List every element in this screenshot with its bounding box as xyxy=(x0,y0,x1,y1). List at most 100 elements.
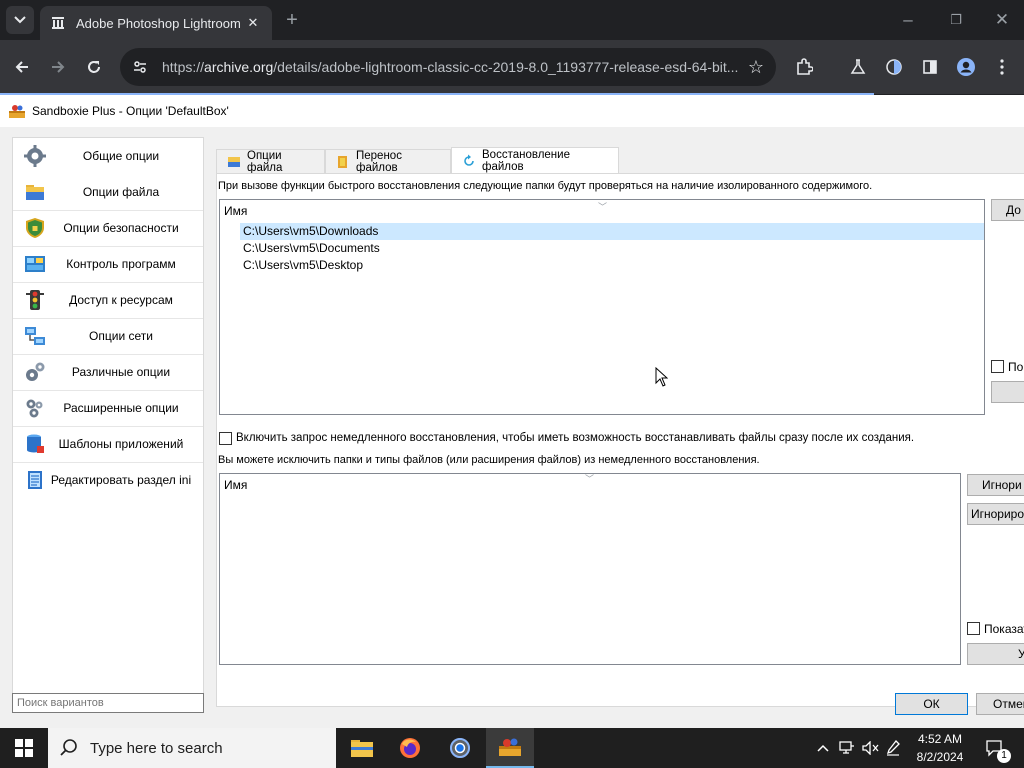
recovery-folders-list[interactable]: Имя ﹀ C:\Users\vm5\Downloads C:\Users\vm… xyxy=(219,199,985,415)
archive-favicon xyxy=(50,15,66,31)
sandboxie-app-icon xyxy=(8,103,26,119)
taskbar-search-box[interactable]: Type here to search xyxy=(48,728,336,768)
tab-title: Adobe Photoshop Lightroom C xyxy=(76,15,244,31)
sidebar-item-edit-ini[interactable]: Редактировать раздел ini xyxy=(13,462,203,498)
ignore-extension-button[interactable]: Игнориров xyxy=(967,503,1024,525)
close-window-icon[interactable]: ✕ xyxy=(988,6,1016,34)
taskbar-chrome[interactable] xyxy=(436,728,484,768)
minimize-icon[interactable]: – xyxy=(894,6,922,34)
ignore-folder-button[interactable]: Игнори xyxy=(967,474,1024,496)
windows-logo-icon xyxy=(15,739,33,757)
list-item[interactable]: C:\Users\vm5\Desktop xyxy=(240,257,363,274)
list-item[interactable]: C:\Users\vm5\Downloads xyxy=(240,223,984,240)
tab-file-migration[interactable]: Перенос файлов xyxy=(325,149,451,174)
volume-muted-icon[interactable] xyxy=(860,728,882,768)
notepad-icon xyxy=(23,468,47,492)
sidebar-item-app-templates[interactable]: Шаблоны приложений xyxy=(13,426,203,462)
address-bar[interactable]: https://archive.org/details/adobe-lightr… xyxy=(120,48,776,86)
recovery-icon xyxy=(462,154,476,168)
network-icon xyxy=(23,324,47,348)
labs-icon[interactable] xyxy=(844,53,872,81)
add-folder-button[interactable]: До xyxy=(991,199,1024,221)
taskbar-file-explorer[interactable] xyxy=(338,728,386,768)
sidebar-item-program-control[interactable]: Контроль программ xyxy=(13,246,203,282)
tab-file-recovery[interactable]: Восстановление файлов xyxy=(451,147,619,174)
notification-count: 1 xyxy=(997,749,1011,763)
file-explorer-icon xyxy=(351,740,373,757)
bookmark-star-icon[interactable]: ☆ xyxy=(748,57,764,78)
remove-exclude-button[interactable]: У xyxy=(967,643,1024,665)
ok-button[interactable]: ОК xyxy=(895,693,968,715)
window-titlebar: Sandboxie Plus - Опции 'DefaultBox' xyxy=(0,95,1024,127)
search-icon xyxy=(60,739,77,756)
sidebar-item-security[interactable]: Опции безопасности xyxy=(13,210,203,246)
sidebar-item-network[interactable]: Опции сети xyxy=(13,318,203,354)
sort-arrow-icon: ﹀ xyxy=(585,474,595,484)
sort-arrow-icon: ﹀ xyxy=(598,202,608,212)
sidebar-item-general[interactable]: Общие опции xyxy=(13,138,203,174)
tab-label: Опции файла xyxy=(247,149,283,174)
system-clock[interactable]: 4:52 AM 8/2/2024 xyxy=(904,730,976,766)
immediate-recovery-label[interactable]: Включить запрос немедленного восстановле… xyxy=(236,432,914,444)
folder-icon xyxy=(23,180,47,204)
sidebar-item-file-options[interactable]: Опции файла xyxy=(13,174,203,210)
show-templates-checkbox[interactable] xyxy=(991,360,1004,373)
browser-tab[interactable]: Adobe Photoshop Lightroom C ✕ xyxy=(40,6,272,40)
sidebar-item-advanced[interactable]: Расширенные опции xyxy=(13,390,203,426)
notification-center-icon[interactable]: 1 xyxy=(980,728,1011,768)
options-sidebar: Общие опции Опции файла Опции безопаснос… xyxy=(12,137,204,697)
gear-icon xyxy=(23,144,47,168)
reload-icon[interactable] xyxy=(80,53,108,81)
tab-label: Перенос файлов xyxy=(356,149,402,174)
options-search-input[interactable] xyxy=(12,693,204,713)
window-body: Общие опции Опции файла Опции безопаснос… xyxy=(0,127,1024,728)
new-tab-icon[interactable]: + xyxy=(278,6,306,34)
show-templates-label: По xyxy=(1008,360,1024,374)
pen-icon[interactable] xyxy=(884,728,902,768)
forward-icon[interactable] xyxy=(44,53,72,81)
tab-label: Восстановление файлов xyxy=(482,149,570,173)
cancel-button[interactable]: Отмен xyxy=(976,693,1024,715)
mouse-cursor-icon xyxy=(655,366,669,392)
clock-date: 8/2/2024 xyxy=(916,750,964,764)
side-panel-icon[interactable] xyxy=(916,53,944,81)
column-header-name[interactable]: Имя xyxy=(224,204,247,218)
advanced-gears-icon xyxy=(23,396,47,420)
browser-toolbar: https://archive.org/details/adobe-lightr… xyxy=(0,40,1024,94)
gears-icon xyxy=(23,360,47,384)
back-icon[interactable] xyxy=(8,53,36,81)
exclude-list[interactable]: Имя ﹀ xyxy=(219,473,961,665)
folder-move-icon xyxy=(336,155,350,169)
sidebar-item-misc[interactable]: Различные опции xyxy=(13,354,203,390)
remove-folder-button[interactable] xyxy=(991,381,1024,403)
tab-file-options[interactable]: Опции файла xyxy=(216,149,325,174)
show-exclude-templates-label: Показат xyxy=(984,622,1024,636)
list-item[interactable]: C:\Users\vm5\Documents xyxy=(240,240,380,257)
clock-time: 4:52 AM xyxy=(917,732,963,746)
column-header-name[interactable]: Имя xyxy=(224,478,247,492)
database-icon xyxy=(23,432,47,456)
folder-icon xyxy=(227,155,241,169)
sidebar-item-resource-access[interactable]: Доступ к ресурсам xyxy=(13,282,203,318)
sync-icon[interactable] xyxy=(880,53,908,81)
network-tray-icon[interactable] xyxy=(836,728,858,768)
menu-icon[interactable] xyxy=(988,53,1016,81)
show-exclude-templates-checkbox[interactable] xyxy=(967,622,980,635)
close-tab-icon[interactable]: ✕ xyxy=(244,15,262,31)
chevron-up-icon[interactable] xyxy=(812,728,834,768)
programs-icon xyxy=(23,252,47,276)
extensions-icon[interactable] xyxy=(790,53,818,81)
start-button[interactable] xyxy=(0,728,48,768)
taskbar-firefox[interactable] xyxy=(386,728,434,768)
profile-icon[interactable] xyxy=(952,53,980,81)
browser-tab-strip: Adobe Photoshop Lightroom C ✕ + – ❐ ✕ xyxy=(0,0,1024,40)
sandboxie-options-window: Sandboxie Plus - Опции 'DefaultBox' Общи… xyxy=(0,95,1024,728)
immediate-recovery-checkbox[interactable] xyxy=(219,432,232,445)
tab-list-icon[interactable] xyxy=(6,6,34,34)
taskbar-sandboxie[interactable] xyxy=(486,728,534,768)
site-info-icon[interactable] xyxy=(132,59,148,75)
firefox-icon xyxy=(400,738,420,758)
shield-icon xyxy=(23,216,47,240)
recovery-description: При вызове функции быстрого восстановлен… xyxy=(218,180,873,192)
restore-icon[interactable]: ❐ xyxy=(942,6,970,34)
